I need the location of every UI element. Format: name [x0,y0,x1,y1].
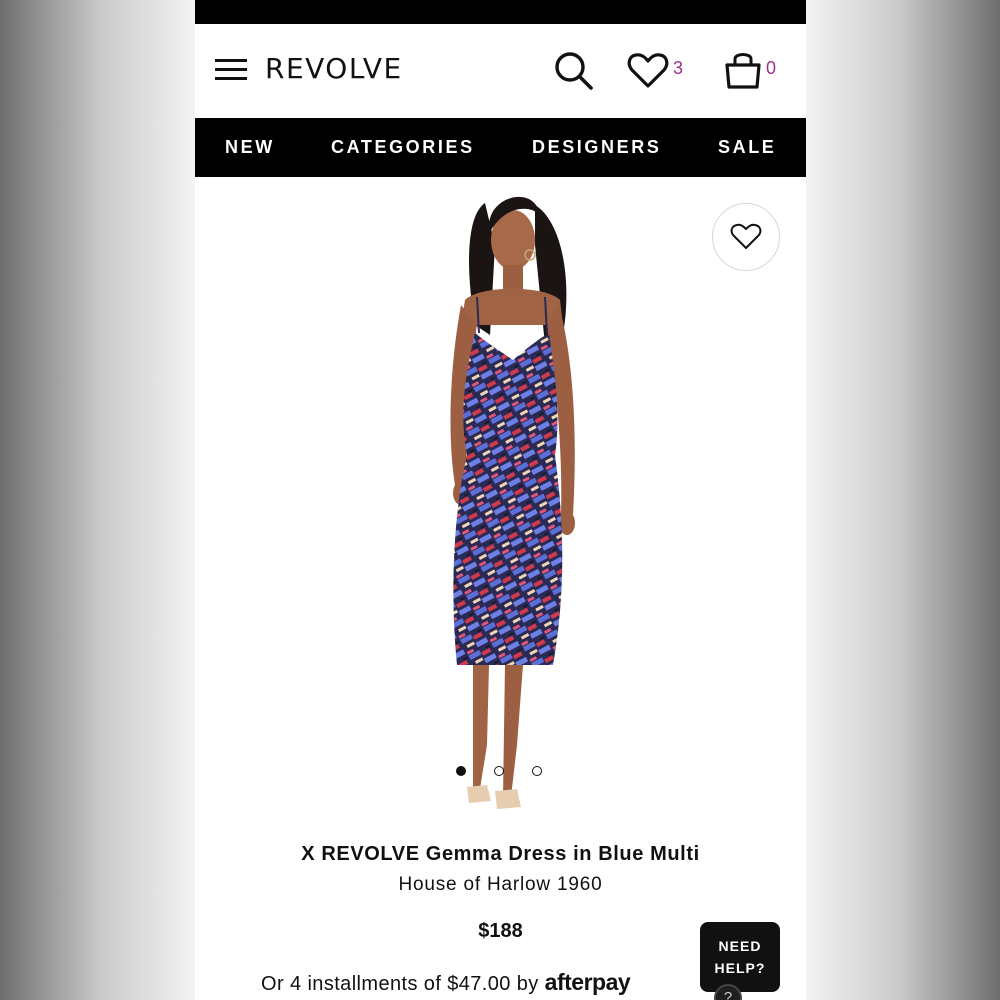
installments-label: Or 4 installments of $47.00 by [261,973,539,995]
carousel-dot-3[interactable] [532,766,542,776]
shopping-bag-icon[interactable] [723,48,763,90]
bag-count: 0 [766,58,777,78]
heart-outline-icon [730,223,762,249]
image-carousel-dots [456,766,546,780]
afterpay-logo[interactable]: afterpay [545,969,631,995]
installments-text: Or 4 installments of $47.00 by afterpay [261,969,631,996]
product-title: X REVOLVE Gemma Dress in Blue Multi [301,843,700,865]
wishlist-count: 3 [673,58,684,78]
search-icon[interactable] [553,50,595,92]
phone-screen: REVOLVE 3 0 NEW CATEGORIES DESIGNERS SAL… [195,0,806,1000]
menu-icon[interactable] [215,59,247,81]
carousel-dot-2[interactable] [494,766,504,776]
add-to-wishlist-button[interactable] [712,203,780,271]
need-help-line1: NEED [718,938,762,954]
product-brand[interactable]: House of Harlow 1960 [195,874,806,896]
nav-categories[interactable]: CATEGORIES [331,137,475,158]
heart-icon[interactable] [627,52,669,90]
nav-new[interactable]: NEW [225,137,275,158]
main-nav: NEW CATEGORIES DESIGNERS SALE [195,118,806,177]
need-help-button[interactable]: NEED HELP? [700,922,780,992]
status-bar [195,0,806,24]
logo[interactable]: REVOLVE [265,52,403,85]
nav-designers[interactable]: DESIGNERS [532,137,661,158]
carousel-dot-1[interactable] [456,766,466,776]
nav-sale[interactable]: SALE [718,137,776,158]
header: REVOLVE 3 0 [195,24,806,118]
product-image[interactable] [395,185,615,830]
need-help-line2: HELP? [714,960,766,976]
